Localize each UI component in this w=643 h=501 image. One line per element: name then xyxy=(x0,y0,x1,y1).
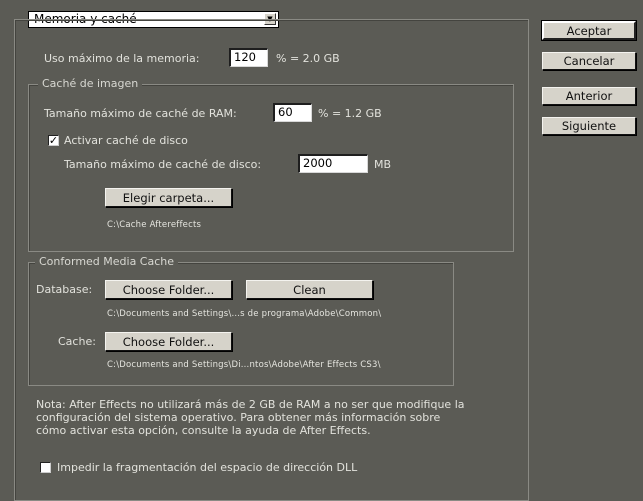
disk-cache-checkbox[interactable]: ✓ xyxy=(48,135,59,146)
cancel-button[interactable]: Cancelar xyxy=(542,52,636,70)
cache-path: C:\Documents and Settings\Di...ntos\Adob… xyxy=(107,360,381,370)
conformed-media-cache-legend: Conformed Media Cache xyxy=(35,255,179,268)
ram-cache-input[interactable]: 60 xyxy=(273,103,312,122)
clean-button[interactable]: Clean xyxy=(246,280,373,299)
choose-disk-folder-button[interactable]: Elegir carpeta... xyxy=(105,188,232,207)
ram-note-line-2: configuración del sistema operativo. Par… xyxy=(36,411,441,424)
ram-cache-label: Tamaño máximo de caché de RAM: xyxy=(44,107,237,120)
image-cache-legend: Caché de imagen xyxy=(38,77,143,90)
database-choose-folder-button[interactable]: Choose Folder... xyxy=(105,280,232,299)
dll-fragmentation-checkbox[interactable] xyxy=(40,462,51,473)
memory-usage-suffix: % = 2.0 GB xyxy=(276,52,340,65)
ok-button[interactable]: Aceptar xyxy=(541,20,637,41)
disk-cache-label[interactable]: Activar caché de disco xyxy=(64,134,188,147)
ram-note-line-1: Nota: After Effects no utilizará más de … xyxy=(36,398,465,411)
database-label: Database: xyxy=(36,283,93,296)
previous-button[interactable]: Anterior xyxy=(542,87,636,105)
ram-cache-suffix: % = 1.2 GB xyxy=(318,107,382,120)
ram-note-line-3: cómo activar esta opción, consulte la ay… xyxy=(36,424,371,437)
ram-note: Nota: After Effects no utilizará más de … xyxy=(36,398,464,437)
next-button[interactable]: Siguiente xyxy=(542,117,636,135)
disk-cache-size-unit: MB xyxy=(374,158,392,171)
memory-usage-label: Uso máximo de la memoria: xyxy=(44,52,200,65)
database-path: C:\Documents and Settings\...s de progra… xyxy=(107,309,382,319)
cache-label: Cache: xyxy=(58,335,96,348)
memory-usage-input[interactable]: 120 xyxy=(229,48,268,67)
disk-cache-size-input[interactable]: 2000 xyxy=(298,154,368,173)
cache-choose-folder-button[interactable]: Choose Folder... xyxy=(105,332,232,351)
dll-fragmentation-label[interactable]: Impedir la fragmentación del espacio de … xyxy=(57,461,357,474)
disk-cache-folder-path: C:\Cache Aftereffects xyxy=(107,220,202,230)
disk-cache-size-label: Tamaño máximo de caché de disco: xyxy=(64,158,262,171)
